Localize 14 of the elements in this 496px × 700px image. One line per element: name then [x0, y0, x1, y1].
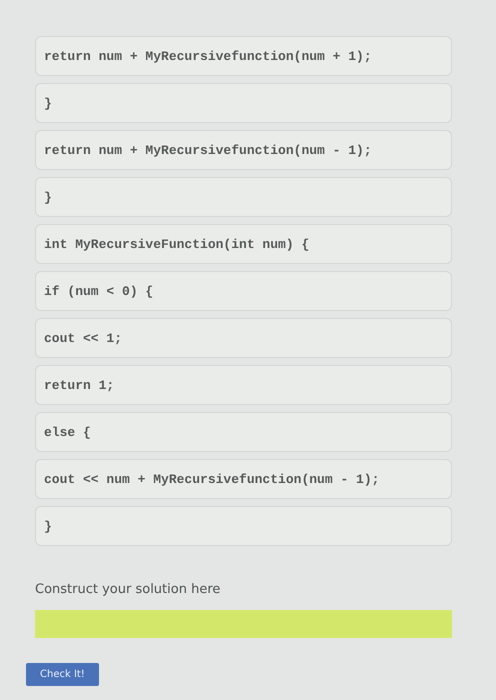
code-block[interactable]: }: [35, 83, 452, 123]
code-block[interactable]: }: [35, 177, 452, 217]
solution-prompt: Construct your solution here: [35, 582, 222, 597]
solution-drop-area[interactable]: [35, 610, 452, 638]
code-block[interactable]: if (num < 0) {: [35, 271, 452, 311]
code-block[interactable]: cout << num + MyRecursivefunction(num - 1);: [35, 459, 452, 499]
code-block[interactable]: return 1;: [35, 365, 452, 405]
code-block[interactable]: return num + MyRecursivefunction(num + 1);: [35, 36, 452, 76]
code-block[interactable]: return num + MyRecursivefunction(num - 1);: [35, 130, 452, 170]
code-block[interactable]: int MyRecursiveFunction(int num) {: [35, 224, 452, 264]
check-button[interactable]: Check It!: [26, 663, 99, 686]
code-block[interactable]: }: [35, 506, 452, 546]
code-block[interactable]: cout << 1;: [35, 318, 452, 358]
code-block[interactable]: else {: [35, 412, 452, 452]
